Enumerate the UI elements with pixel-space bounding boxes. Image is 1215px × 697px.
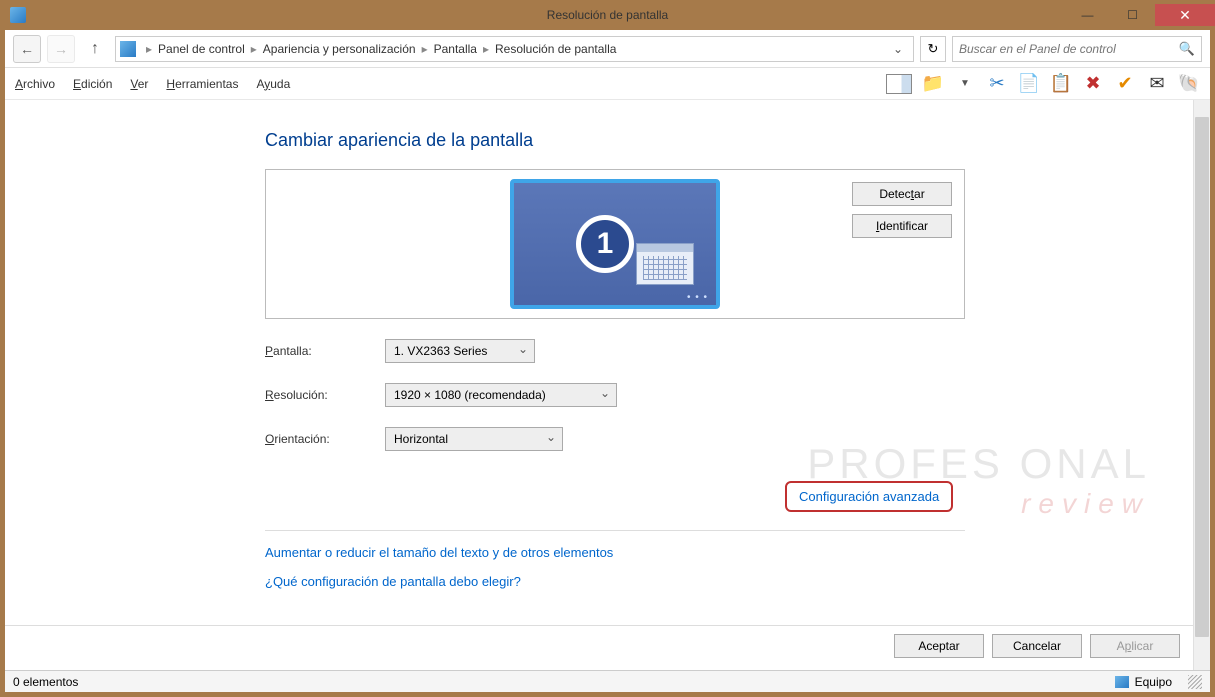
scrollbar-thumb[interactable] bbox=[1195, 117, 1209, 637]
chevron-right-icon: ▸ bbox=[479, 42, 493, 56]
window-buttons: — ☐ ✕ bbox=[1065, 4, 1215, 26]
menu-help[interactable]: Ayuda bbox=[256, 77, 290, 91]
resolution-row: Resolución: 1920 × 1080 (recomendada) bbox=[265, 383, 1210, 407]
status-left: 0 elementos bbox=[13, 675, 78, 689]
cut-icon[interactable]: ✂ bbox=[986, 73, 1008, 95]
resolution-label: Resolución: bbox=[265, 388, 385, 402]
bottom-divider bbox=[5, 625, 1193, 626]
copy-icon[interactable]: 📄 bbox=[1018, 73, 1040, 95]
delete-icon[interactable]: ✖ bbox=[1082, 73, 1104, 95]
panes-icon[interactable] bbox=[886, 74, 912, 94]
divider bbox=[265, 530, 965, 531]
scrollbar[interactable] bbox=[1193, 100, 1210, 670]
paste-icon[interactable]: 📋 bbox=[1050, 73, 1072, 95]
breadcrumb-item[interactable]: Resolución de pantalla bbox=[495, 42, 616, 56]
shell-icon[interactable]: 🐚 bbox=[1178, 73, 1200, 95]
menu-view[interactable]: Ver bbox=[130, 77, 148, 91]
resolution-value: 1920 × 1080 (recomendada) bbox=[394, 388, 546, 402]
window-title: Resolución de pantalla bbox=[547, 8, 668, 22]
identify-button[interactable]: Identificar bbox=[852, 214, 952, 238]
display-label: Pantalla: bbox=[265, 344, 385, 358]
minimize-button[interactable]: — bbox=[1065, 4, 1110, 26]
chevron-right-icon: ▸ bbox=[247, 42, 261, 56]
close-button[interactable]: ✕ bbox=[1155, 4, 1215, 26]
content-area: Cambiar apariencia de la pantalla 1 • • … bbox=[5, 100, 1210, 670]
monitor-mini-icon bbox=[636, 243, 694, 285]
which-settings-link[interactable]: ¿Qué configuración de pantalla debo eleg… bbox=[265, 574, 1210, 589]
nav-toolbar: ← → ↑ ▸ Panel de control ▸ Apariencia y … bbox=[5, 30, 1210, 68]
orientation-row: Orientación: Horizontal bbox=[265, 427, 1210, 451]
orientation-select[interactable]: Horizontal bbox=[385, 427, 563, 451]
monitor-dots-icon: • • • bbox=[687, 292, 708, 303]
menubar: Archivo Edición Ver Herramientas Ayuda 📁… bbox=[5, 68, 1210, 100]
statusbar: 0 elementos Equipo bbox=[5, 670, 1210, 692]
chevron-down-icon[interactable]: ⌄ bbox=[887, 42, 909, 56]
system-icon bbox=[10, 7, 26, 23]
breadcrumb-item[interactable]: Panel de control bbox=[158, 42, 245, 56]
window-frame: ← → ↑ ▸ Panel de control ▸ Apariencia y … bbox=[0, 30, 1215, 697]
display-value: 1. VX2363 Series bbox=[394, 344, 487, 358]
mail-icon[interactable]: ✉ bbox=[1146, 73, 1168, 95]
cancel-button[interactable]: Cancelar bbox=[992, 634, 1082, 658]
display-select[interactable]: 1. VX2363 Series bbox=[385, 339, 535, 363]
monitor-preview-box: 1 • • • Detectar Identificar bbox=[265, 169, 965, 319]
page-heading: Cambiar apariencia de la pantalla bbox=[265, 130, 1210, 151]
check-icon[interactable]: ✔ bbox=[1114, 73, 1136, 95]
titlebar: Resolución de pantalla — ☐ ✕ bbox=[0, 0, 1215, 30]
search-input[interactable] bbox=[959, 42, 1179, 56]
dialog-buttons: Aceptar Cancelar Aplicar bbox=[894, 634, 1180, 658]
monitor-number: 1 bbox=[576, 215, 634, 273]
breadcrumb-item[interactable]: Pantalla bbox=[434, 42, 477, 56]
menu-edit[interactable]: Edición bbox=[73, 77, 112, 91]
breadcrumb[interactable]: ▸ Panel de control ▸ Apariencia y person… bbox=[115, 36, 914, 62]
status-right[interactable]: Equipo bbox=[1135, 675, 1172, 689]
computer-icon bbox=[1115, 676, 1129, 688]
resolution-select[interactable]: 1920 × 1080 (recomendada) bbox=[385, 383, 617, 407]
search-icon[interactable]: 🔍 bbox=[1179, 41, 1195, 57]
forward-button[interactable]: → bbox=[47, 35, 75, 63]
search-box[interactable]: 🔍 bbox=[952, 36, 1202, 62]
resize-grip-icon[interactable] bbox=[1188, 675, 1202, 689]
dropdown-icon[interactable]: ▼ bbox=[954, 73, 976, 95]
chevron-right-icon: ▸ bbox=[142, 42, 156, 56]
breadcrumb-item[interactable]: Apariencia y personalización bbox=[263, 42, 416, 56]
apply-button[interactable]: Aplicar bbox=[1090, 634, 1180, 658]
monitor-preview[interactable]: 1 • • • bbox=[510, 179, 720, 309]
ok-button[interactable]: Aceptar bbox=[894, 634, 984, 658]
advanced-settings-link[interactable]: Configuración avanzada bbox=[785, 481, 953, 512]
up-button[interactable]: ↑ bbox=[81, 35, 109, 63]
maximize-button[interactable]: ☐ bbox=[1110, 4, 1155, 26]
back-button[interactable]: ← bbox=[13, 35, 41, 63]
refresh-button[interactable]: ↻ bbox=[920, 36, 946, 62]
folder-icon[interactable]: 📁 bbox=[922, 73, 944, 95]
orientation-label: Orientación: bbox=[265, 432, 385, 446]
resize-text-link[interactable]: Aumentar o reducir el tamaño del texto y… bbox=[265, 545, 1210, 560]
computer-icon bbox=[120, 41, 136, 57]
orientation-value: Horizontal bbox=[394, 432, 448, 446]
chevron-right-icon: ▸ bbox=[418, 42, 432, 56]
display-row: Pantalla: 1. VX2363 Series bbox=[265, 339, 1210, 363]
menu-tools[interactable]: Herramientas bbox=[166, 77, 238, 91]
toolbar-icons: 📁 ▼ ✂ 📄 📋 ✖ ✔ ✉ 🐚 bbox=[886, 73, 1200, 95]
detect-button[interactable]: Detectar bbox=[852, 182, 952, 206]
menu-file[interactable]: Archivo bbox=[15, 77, 55, 91]
settings-panel: Cambiar apariencia de la pantalla 1 • • … bbox=[5, 100, 1210, 589]
